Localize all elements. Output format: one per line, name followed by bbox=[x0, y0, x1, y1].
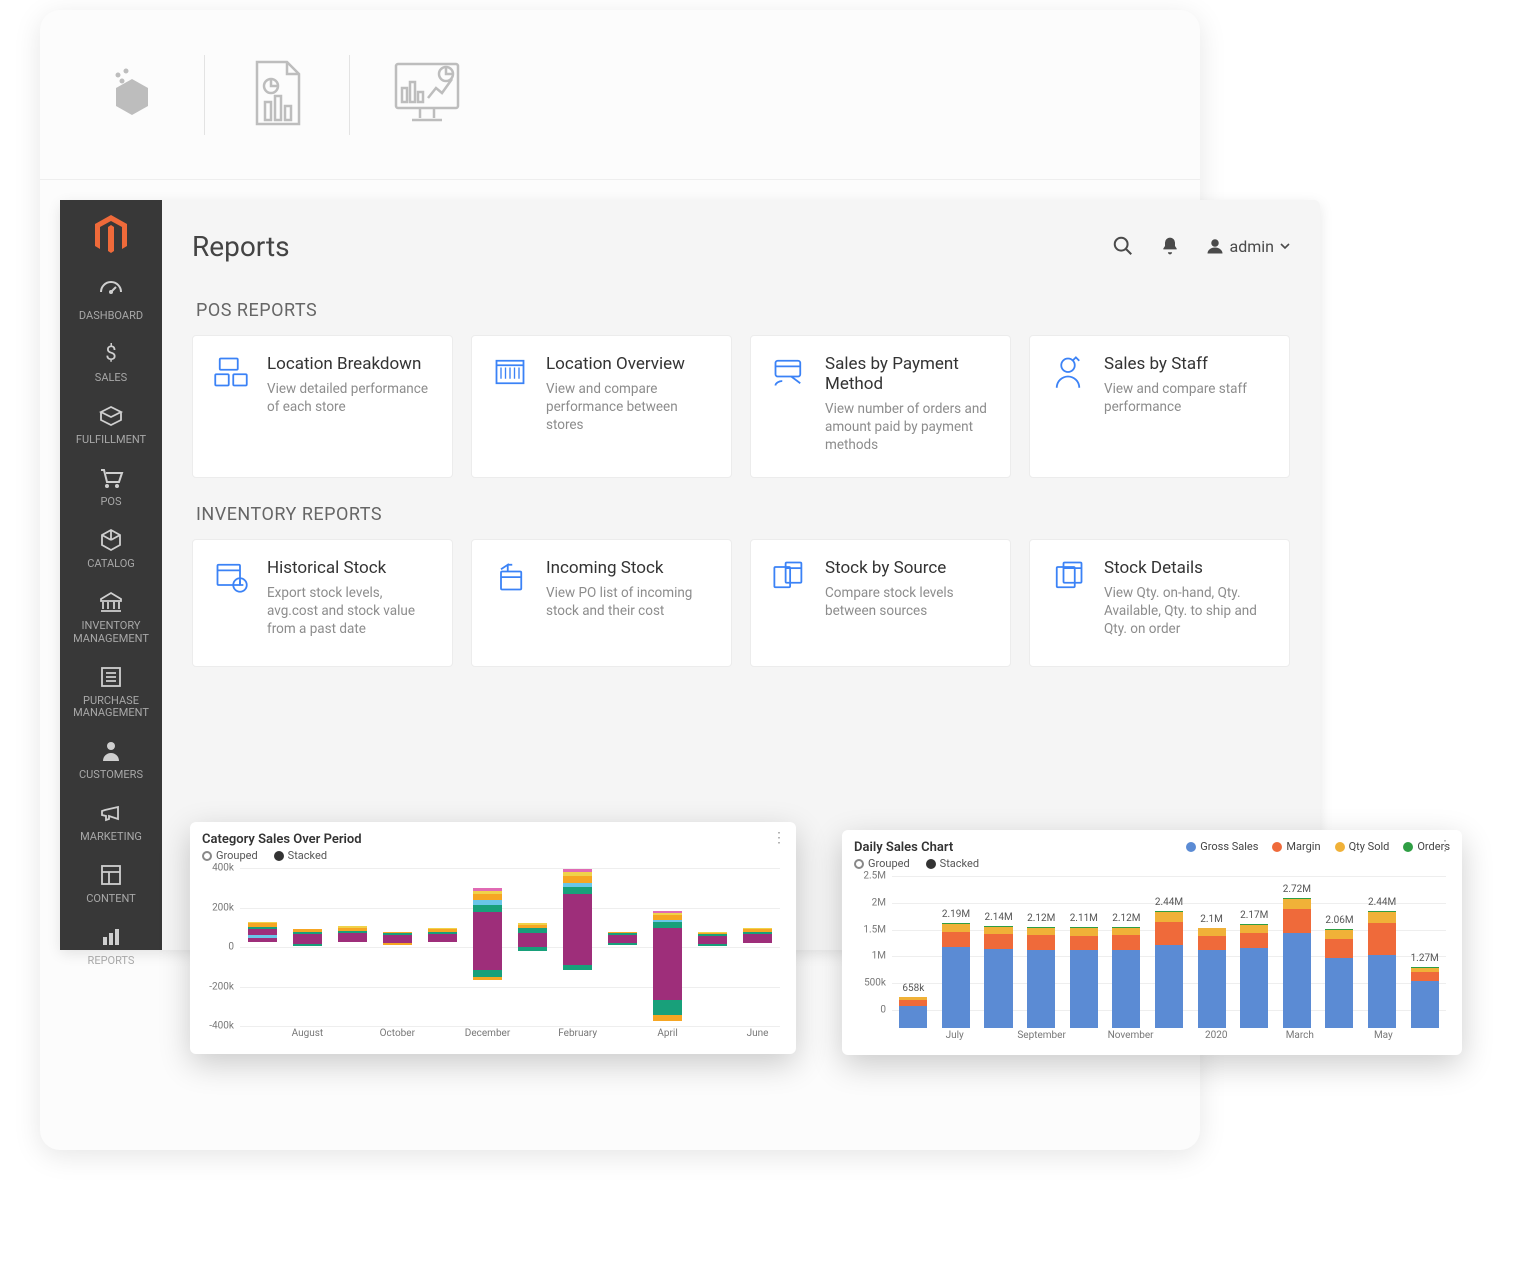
hex-logo-icon bbox=[100, 61, 164, 129]
hero-header bbox=[40, 10, 1200, 180]
report-card-location-breakdown[interactable]: Location Breakdown View detailed performa… bbox=[192, 335, 453, 478]
card-title: Location Overview bbox=[546, 354, 713, 374]
report-doc-icon bbox=[245, 56, 309, 134]
card-icon bbox=[769, 558, 811, 644]
report-card-historical-stock[interactable]: Historical Stock Export stock levels, avg… bbox=[192, 539, 453, 667]
sidebar: DASHBOARD$SALESFULFILLMENTPOSCATALOGINVE… bbox=[60, 200, 162, 950]
sidebar-item-reports[interactable]: REPORTS bbox=[60, 915, 162, 977]
magento-logo-icon[interactable] bbox=[60, 200, 162, 270]
card-icon bbox=[490, 558, 532, 644]
analytics-screen-icon bbox=[390, 58, 464, 132]
card-desc: View and compare performance between sto… bbox=[546, 380, 713, 435]
card-desc: Export stock levels, avg.cost and stock … bbox=[267, 584, 434, 639]
card-desc: View Qty. on-hand, Qty. Available, Qty. … bbox=[1104, 584, 1271, 639]
chart-legend: Gross SalesMarginQty SoldOrders bbox=[1186, 840, 1450, 853]
sidebar-item-inventory-management[interactable]: INVENTORY MANAGEMENT bbox=[60, 580, 162, 654]
section-title: POS REPORTS bbox=[196, 300, 1290, 321]
card-title: Location Breakdown bbox=[267, 354, 434, 374]
chart-toggle[interactable]: Grouped Stacked bbox=[854, 857, 979, 870]
svg-text:$: $ bbox=[105, 341, 116, 365]
card-title: Historical Stock bbox=[267, 558, 434, 578]
search-icon[interactable] bbox=[1112, 235, 1134, 257]
sidebar-item-fulfillment[interactable]: FULFILLMENT bbox=[60, 394, 162, 456]
card-icon bbox=[1048, 558, 1090, 644]
chart-title: Daily Sales Chart bbox=[854, 840, 979, 855]
sidebar-item-marketing[interactable]: MARKETING bbox=[60, 791, 162, 853]
card-title: Sales by Payment Method bbox=[825, 354, 992, 394]
report-card-sales-by-staff[interactable]: Sales by Staff View and compare staff per… bbox=[1029, 335, 1290, 478]
chart-menu-icon[interactable]: ⋮ bbox=[772, 830, 786, 846]
report-card-stock-by-source[interactable]: Stock by Source Compare stock levels betw… bbox=[750, 539, 1011, 667]
card-desc: View detailed performance of each store bbox=[267, 380, 434, 416]
page-title: Reports bbox=[192, 230, 290, 263]
card-icon bbox=[211, 354, 253, 455]
chart-daily-sales: ⋮ Daily Sales Chart Grouped Stacked Gros… bbox=[842, 830, 1462, 1055]
card-desc: View and compare staff performance bbox=[1104, 380, 1271, 416]
card-icon bbox=[1048, 354, 1090, 455]
card-title: Stock by Source bbox=[825, 558, 992, 578]
card-title: Incoming Stock bbox=[546, 558, 713, 578]
chart-category-sales: ⋮ Category Sales Over Period Grouped Sta… bbox=[190, 822, 796, 1054]
topbar: Reports admin bbox=[192, 218, 1290, 274]
sidebar-item-catalog[interactable]: CATALOG bbox=[60, 518, 162, 580]
chart-toggle[interactable]: Grouped Stacked bbox=[202, 849, 784, 862]
card-title: Sales by Staff bbox=[1104, 354, 1271, 374]
sidebar-item-customers[interactable]: CUSTOMERS bbox=[60, 729, 162, 791]
chart-title: Category Sales Over Period bbox=[202, 832, 784, 847]
card-title: Stock Details bbox=[1104, 558, 1271, 578]
card-desc: View number of orders and amount paid by… bbox=[825, 400, 992, 455]
card-icon bbox=[490, 354, 532, 455]
sidebar-item-pos[interactable]: POS bbox=[60, 456, 162, 518]
sidebar-item-purchase-management[interactable]: PURCHASE MANAGEMENT bbox=[60, 655, 162, 729]
user-label: admin bbox=[1230, 237, 1274, 256]
card-icon bbox=[211, 558, 253, 644]
card-desc: Compare stock levels between sources bbox=[825, 584, 992, 620]
user-menu[interactable]: admin bbox=[1206, 237, 1290, 256]
sidebar-item-content[interactable]: CONTENT bbox=[60, 853, 162, 915]
sidebar-item-dashboard[interactable]: DASHBOARD bbox=[60, 270, 162, 332]
report-card-location-overview[interactable]: Location Overview View and compare perfor… bbox=[471, 335, 732, 478]
card-icon bbox=[769, 354, 811, 455]
sidebar-item-sales[interactable]: $SALES bbox=[60, 332, 162, 394]
card-desc: View PO list of incoming stock and their… bbox=[546, 584, 713, 620]
report-card-incoming-stock[interactable]: Incoming Stock View PO list of incoming s… bbox=[471, 539, 732, 667]
section-title: INVENTORY REPORTS bbox=[196, 504, 1290, 525]
report-card-sales-by-payment-method[interactable]: Sales by Payment Method View number of or… bbox=[750, 335, 1011, 478]
chart-menu-icon[interactable]: ⋮ bbox=[1438, 838, 1452, 854]
notifications-icon[interactable] bbox=[1160, 235, 1180, 257]
report-card-stock-details[interactable]: Stock Details View Qty. on-hand, Qty. Ava… bbox=[1029, 539, 1290, 667]
